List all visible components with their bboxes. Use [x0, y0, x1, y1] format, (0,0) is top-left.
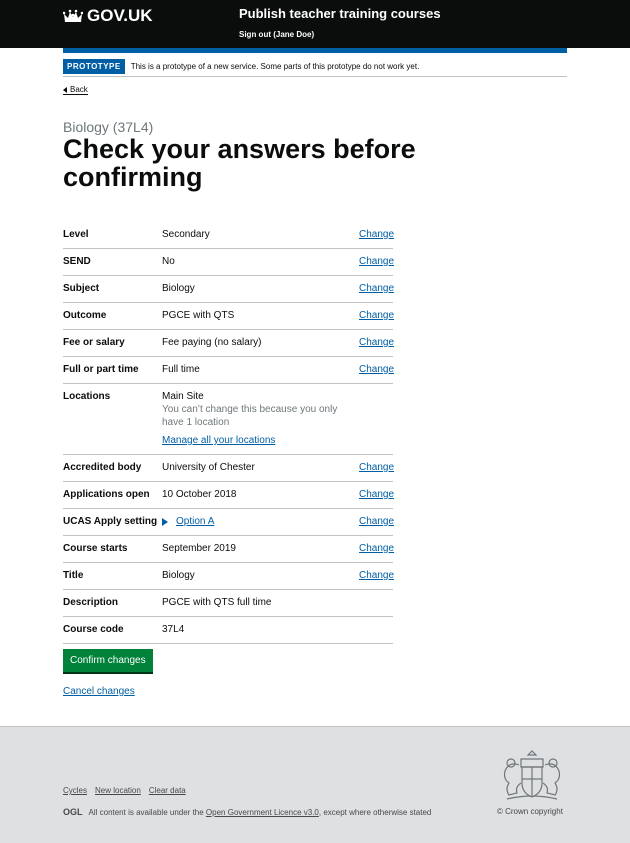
row-value: September 2019	[162, 543, 236, 554]
change-course-starts-link[interactable]: Change	[359, 543, 394, 554]
row-value: 10 October 2018	[162, 489, 237, 500]
change-outcome-link[interactable]: Change	[359, 310, 394, 321]
row-key: Course code	[63, 624, 124, 635]
summary-row-course-code: Course code 37L4	[63, 617, 393, 644]
row-value: PGCE with QTS full time	[162, 597, 272, 608]
change-study-mode-link[interactable]: Change	[359, 364, 394, 375]
ucas-option-toggle[interactable]: Option A	[162, 515, 359, 528]
change-applications-open-link[interactable]: Change	[359, 489, 394, 500]
banner-text: This is a prototype of a new service. So…	[130, 62, 420, 71]
summary-row-study-mode: Full or part time Full time Change	[63, 357, 394, 384]
footer-links: Cycles New location Clear data	[63, 786, 186, 795]
logo-text: GOV.UK	[87, 6, 153, 25]
header-accent-bar	[63, 48, 567, 53]
triangle-right-icon	[162, 517, 168, 526]
row-value: Fee paying (no salary)	[162, 337, 262, 348]
change-fee-link[interactable]: Change	[359, 337, 394, 348]
licence-prefix: All content is available under the	[88, 807, 204, 817]
row-key: UCAS Apply setting	[63, 516, 158, 527]
row-key: Full or part time	[63, 364, 139, 375]
back-link[interactable]: Back	[63, 85, 88, 95]
row-value: Secondary	[162, 229, 210, 240]
footer-link-cycles[interactable]: Cycles	[63, 786, 87, 795]
site-footer: Cycles New location Clear data OGL All c…	[0, 726, 630, 843]
row-value: 37L4	[162, 624, 185, 635]
crown-copyright[interactable]: © Crown copyright	[497, 807, 563, 816]
row-value: PGCE with QTS	[162, 310, 235, 321]
summary-row-level: Level Secondary Change	[63, 222, 394, 249]
page-title: Check your answers before confirming	[63, 134, 416, 193]
govuk-logo[interactable]: GOV.UK	[63, 6, 153, 26]
prototype-banner: PROTOTYPE This is a prototype of a new s…	[63, 57, 567, 77]
summary-row-ucas-apply: UCAS Apply setting Option A Change	[63, 509, 394, 536]
licence-suffix: , except where otherwise stated	[318, 807, 432, 817]
footer-link-new-location[interactable]: New location	[95, 786, 141, 795]
row-key: Subject	[63, 283, 100, 294]
row-value: Biology	[162, 283, 195, 294]
crown-icon	[63, 9, 83, 22]
summary-row-outcome: Outcome PGCE with QTS Change	[63, 303, 394, 330]
summary-row-accredited-body: Accredited body University of Chester Ch…	[63, 455, 394, 482]
licence-statement: OGL All content is available under the O…	[63, 807, 431, 817]
row-key: SEND	[63, 256, 91, 267]
change-level-link[interactable]: Change	[359, 229, 394, 240]
sign-out-link[interactable]: Sign out (Jane Doe)	[239, 30, 314, 39]
summary-row-title: Title Biology Change	[63, 563, 394, 590]
row-value: Main Site	[162, 391, 204, 402]
locations-hint: You can’t change this because you only h…	[162, 404, 338, 428]
summary-row-subject: Subject Biology Change	[63, 276, 394, 303]
row-key: Course starts	[63, 543, 128, 554]
summary-row-course-starts: Course starts September 2019 Change	[63, 536, 394, 563]
summary-row-locations: Locations Main Site You can’t change thi…	[63, 384, 393, 455]
row-key: Level	[63, 229, 89, 240]
summary-row-applications-open: Applications open 10 October 2018 Change	[63, 482, 394, 509]
option-a-link[interactable]: Option A	[176, 515, 214, 528]
row-key: Accredited body	[63, 462, 142, 473]
service-name[interactable]: Publish teacher training courses	[239, 6, 441, 21]
summary-row-description: Description PGCE with QTS full time	[63, 590, 393, 617]
row-key: Fee or salary	[63, 337, 125, 348]
row-value: Full time	[162, 364, 200, 375]
cancel-changes-link[interactable]: Cancel changes	[63, 686, 135, 697]
row-value: Biology	[162, 570, 195, 581]
row-key: Locations	[63, 391, 111, 402]
change-send-link[interactable]: Change	[359, 256, 394, 267]
summary-row-send: SEND No Change	[63, 249, 394, 276]
change-subject-link[interactable]: Change	[359, 283, 394, 294]
page-caption: Biology (37L4)	[63, 119, 154, 135]
row-key: Description	[63, 597, 119, 608]
ogl-logo: OGL	[63, 807, 83, 817]
manage-locations-link[interactable]: Manage all your locations	[162, 434, 359, 447]
summary-list: Level Secondary Change SEND No Change Su…	[63, 222, 394, 644]
footer-link-clear-data[interactable]: Clear data	[149, 786, 186, 795]
row-key: Applications open	[63, 489, 150, 500]
change-ucas-apply-link[interactable]: Change	[359, 516, 394, 527]
ogl-licence-link[interactable]: Open Government Licence v3.0	[206, 808, 319, 817]
confirm-changes-button[interactable]: Confirm changes	[63, 649, 153, 672]
row-key: Title	[63, 570, 84, 581]
change-accredited-body-link[interactable]: Change	[359, 462, 394, 473]
prototype-tag: PROTOTYPE	[63, 59, 125, 74]
change-title-link[interactable]: Change	[359, 570, 394, 581]
row-key: Outcome	[63, 310, 107, 321]
site-header: GOV.UK Publish teacher training courses …	[0, 0, 630, 48]
summary-row-fee: Fee or salary Fee paying (no salary) Cha…	[63, 330, 394, 357]
row-value: University of Chester	[162, 462, 255, 473]
royal-coat-of-arms-icon	[503, 750, 561, 800]
row-value: No	[162, 256, 175, 267]
